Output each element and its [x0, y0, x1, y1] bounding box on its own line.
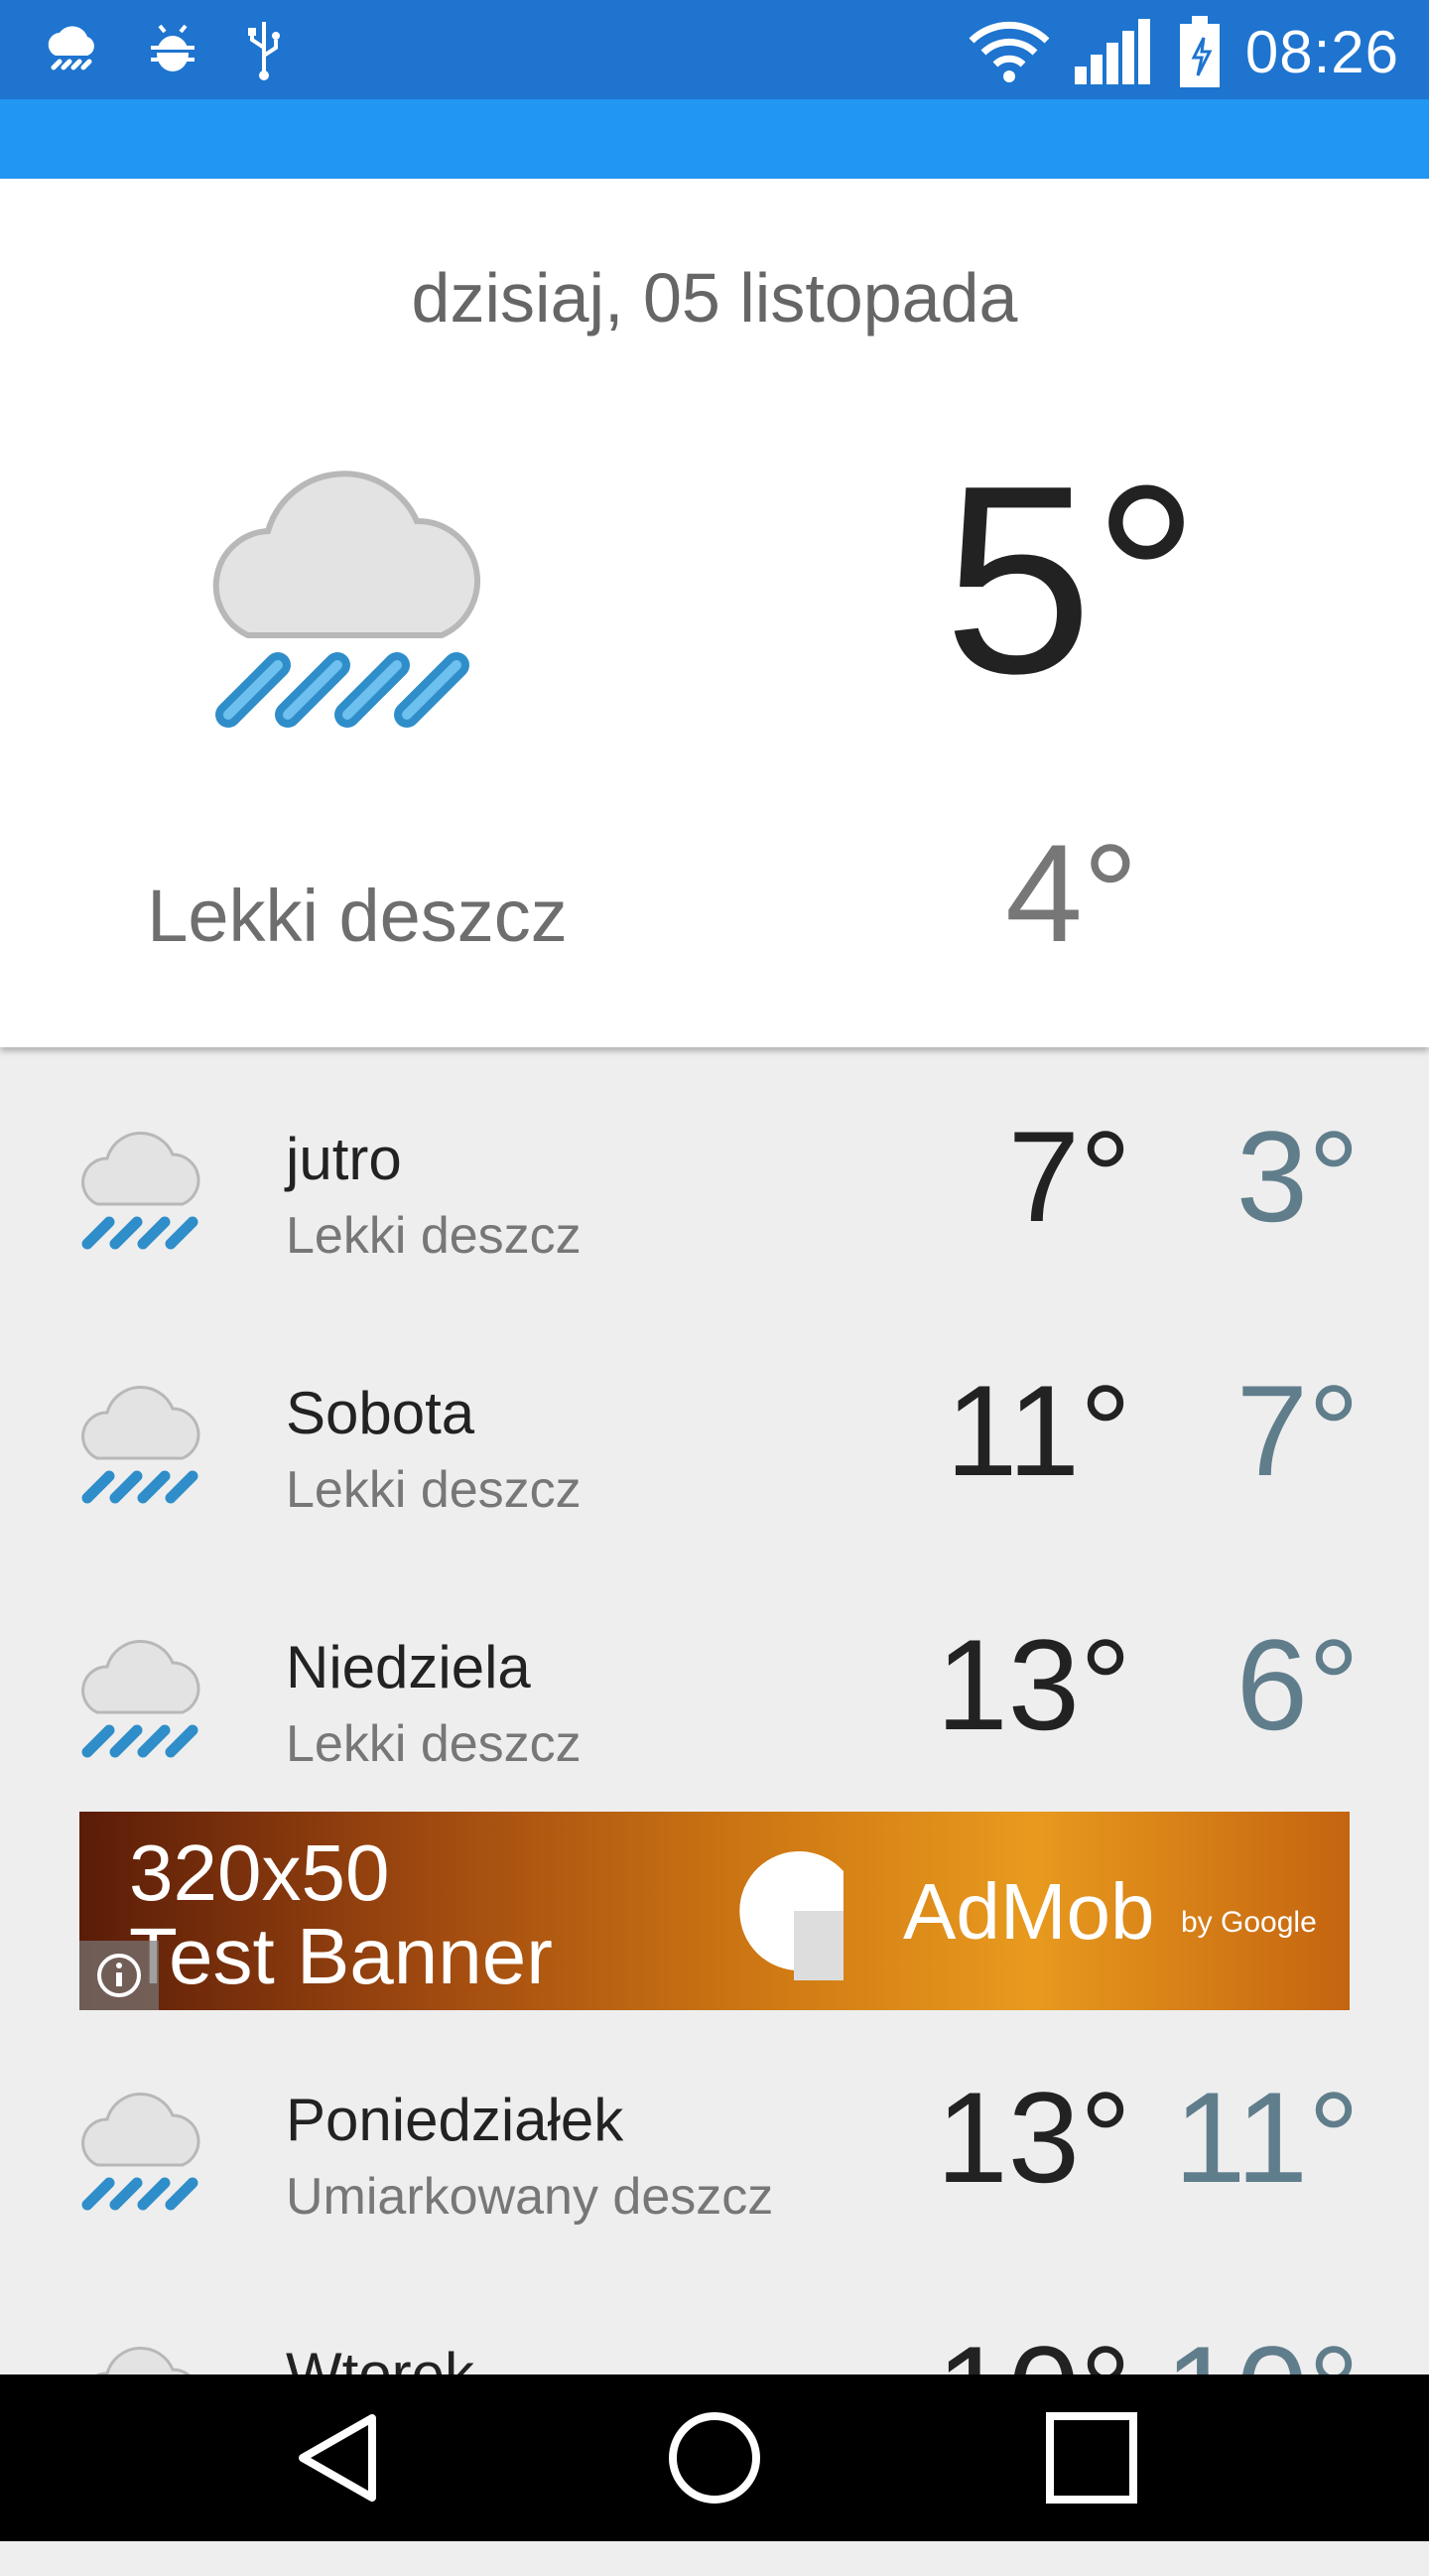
- forecast-high: 11°: [946, 1358, 1131, 1503]
- weather-rain-icon: [48, 26, 94, 70]
- info-icon: [97, 1954, 141, 1997]
- today-low-temp: 4°: [1005, 815, 1138, 971]
- ad-text: 320x50 Test Banner: [129, 1831, 553, 1998]
- forecast-low: 7°: [1235, 1358, 1360, 1503]
- forecast-day: jutro: [286, 1126, 402, 1192]
- ad-line-1: 320x50: [129, 1829, 390, 1917]
- forecast-day: Niedziela: [286, 1634, 531, 1700]
- home-icon[interactable]: [665, 2408, 764, 2508]
- forecast-low: 6°: [1235, 1612, 1360, 1757]
- forecast-row[interactable]: jutro Lekki deszcz 7° 3°: [0, 1104, 1429, 1361]
- usb-icon: [248, 22, 280, 80]
- admob-logo-icon: [739, 1851, 844, 1980]
- recents-icon[interactable]: [1042, 2408, 1141, 2508]
- navigation-bar: [0, 2374, 1429, 2541]
- back-icon[interactable]: [288, 2408, 387, 2508]
- wifi-icon: [969, 21, 1050, 82]
- ad-by: by Google: [1181, 1906, 1317, 1939]
- forecast-condition: Umiarkowany deszcz: [286, 2168, 774, 2226]
- light-rain-icon: [81, 2093, 200, 2211]
- ad-line-2: Test Banner: [129, 1912, 553, 2000]
- forecast-row[interactable]: Sobota Lekki deszcz 11° 7°: [0, 1358, 1429, 1615]
- today-high-temp: 5°: [943, 431, 1201, 730]
- today-date: dzisiaj, 05 listopada: [411, 259, 1018, 337]
- forecast-condition: Lekki deszcz: [286, 1715, 582, 1773]
- today-description: Lekki deszcz: [147, 875, 568, 957]
- signal-icon: [1074, 19, 1150, 84]
- light-rain-icon: [81, 1386, 200, 1504]
- forecast-high: 13°: [936, 1612, 1131, 1757]
- today-card[interactable]: dzisiaj, 05 listopada Lekki deszcz 5° 4°: [0, 179, 1429, 1047]
- clock: 08:26: [1244, 18, 1399, 85]
- app-bar: [0, 99, 1429, 179]
- battery-charging-icon: [1179, 16, 1220, 87]
- forecast-condition: Lekki deszcz: [286, 1461, 582, 1519]
- forecast-day: Sobota: [286, 1380, 475, 1446]
- forecast-high: 7°: [1007, 1104, 1131, 1249]
- forecast-day: Poniedziałek: [286, 2087, 624, 2153]
- forecast-high: 13°: [936, 2065, 1131, 2210]
- ad-info-button[interactable]: [79, 1941, 159, 2010]
- ad-brand: AdMob: [903, 1867, 1155, 1956]
- light-rain-icon: [81, 1640, 200, 1758]
- forecast-row[interactable]: Poniedziałek Umiarkowany deszcz 13° 11°: [0, 2065, 1429, 2322]
- status-bar: 08:26: [0, 0, 1429, 99]
- forecast-low: 11°: [1174, 2065, 1360, 2210]
- light-rain-icon: [81, 1132, 200, 1250]
- notification-icons: [40, 18, 286, 81]
- forecast-condition: Lekki deszcz: [286, 1207, 582, 1265]
- forecast-low: 3°: [1235, 1104, 1360, 1249]
- android-debug-icon: [151, 24, 195, 71]
- light-rain-icon: [212, 471, 481, 728]
- system-icons: 08:26: [968, 14, 1399, 89]
- ad-banner[interactable]: 320x50 Test Banner AdMob by Google: [79, 1812, 1350, 2010]
